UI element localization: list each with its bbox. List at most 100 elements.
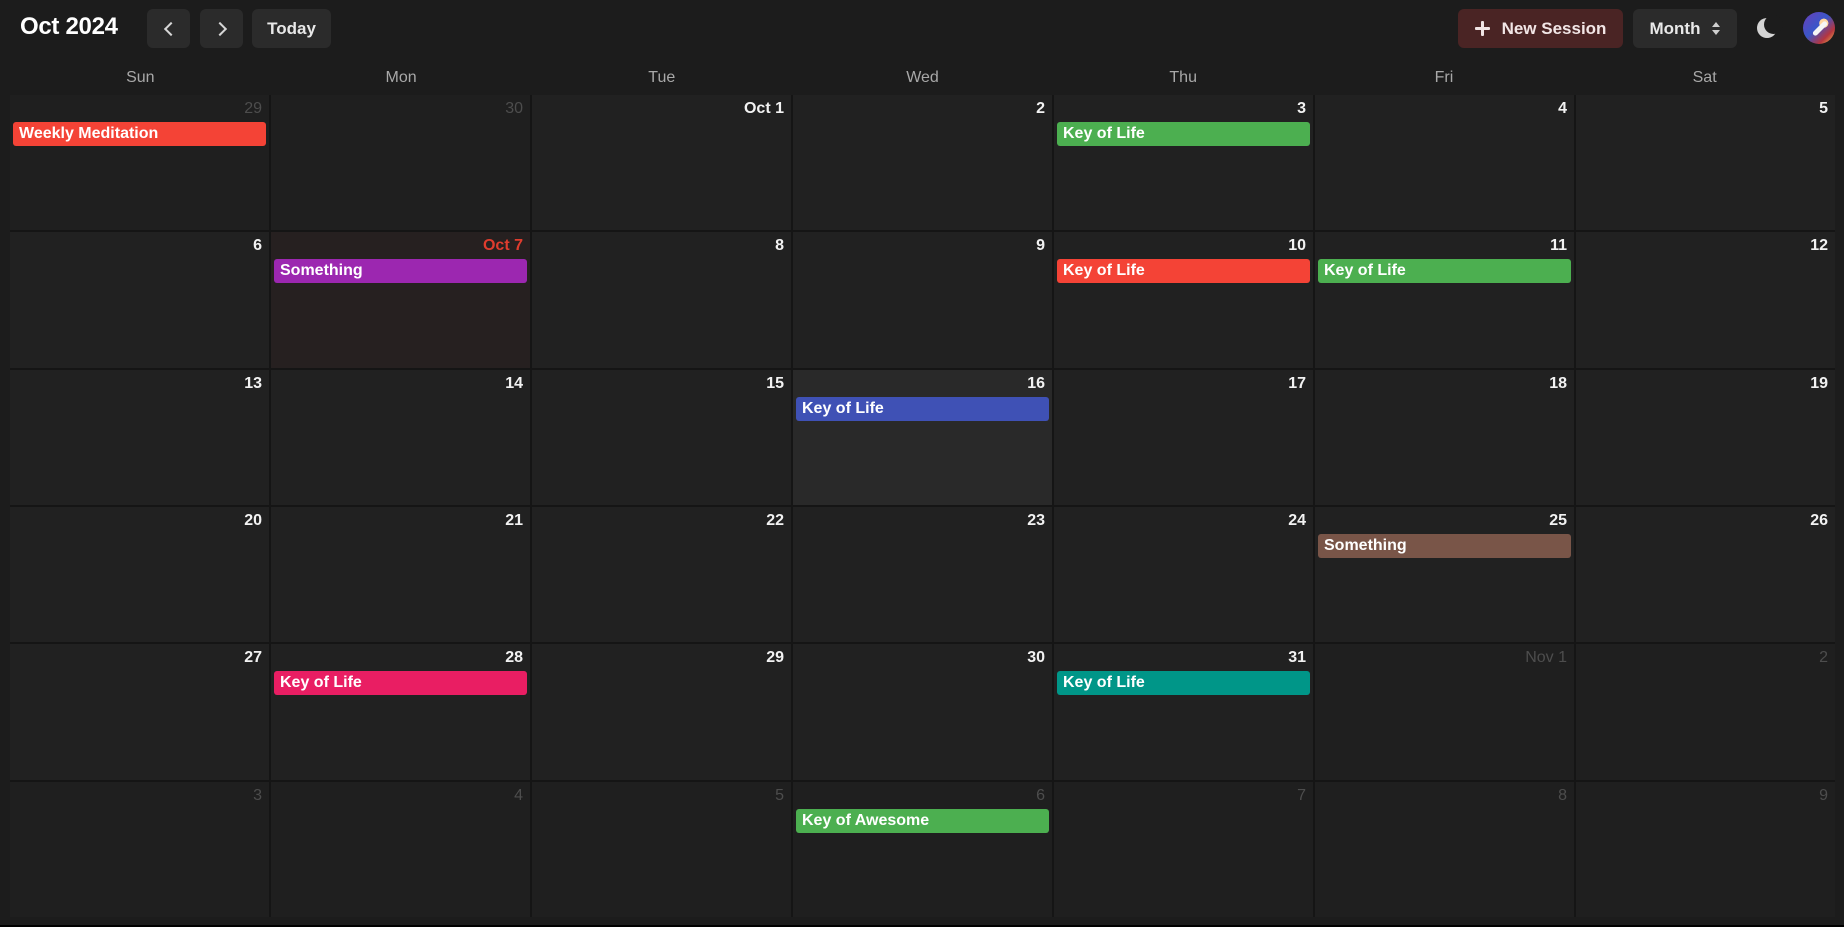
event-chip[interactable]: Key of Life [796,396,1049,421]
day-number: 26 [1810,511,1828,529]
day-number: 17 [1288,374,1306,392]
view-select-label: Month [1649,18,1701,38]
event-chip[interactable]: Key of Life [274,671,527,696]
day-cell[interactable]: 17 [1054,369,1313,505]
day-cell[interactable]: 21 [271,506,530,643]
calendar-app: Oct 2024 Today New Session Month Sun Mon T… [0,0,1844,925]
day-cell[interactable]: 29 Weekly Meditation [10,95,269,231]
day-cell[interactable]: 14 [271,369,530,505]
moon-icon[interactable] [1757,15,1783,38]
event-chip[interactable]: Key of Life [1057,259,1310,284]
new-session-button[interactable]: New Session [1458,9,1623,48]
today-button[interactable]: Today [252,9,331,48]
day-number: 5 [1819,100,1828,117]
next-month-button[interactable] [200,9,243,48]
day-number: 6 [1036,786,1045,804]
day-number: 8 [775,237,784,255]
weekday-header: Sun Mon Tue Wed Thu Fri Sat [10,63,1835,93]
event-chip[interactable]: Key of Life [1057,122,1310,146]
day-number: 9 [1036,237,1045,255]
day-number: 12 [1810,237,1828,255]
day-number: 14 [505,374,523,392]
day-number: 30 [1027,649,1045,667]
day-number: 24 [1288,511,1306,529]
event-chip[interactable]: Key of Awesome [796,808,1049,833]
event-chip[interactable]: Key of Life [1318,259,1571,284]
day-number: 9 [1819,786,1828,804]
day-cell[interactable]: 6 Key of Awesome [793,781,1052,917]
day-cell[interactable]: 4 [1315,95,1574,231]
day-cell[interactable]: 25 Something [1315,506,1574,643]
day-cell[interactable]: 9 [793,232,1052,368]
day-number: 28 [505,649,523,667]
day-cell[interactable]: 7 [1054,781,1313,917]
day-cell[interactable]: 20 [10,506,269,643]
day-cell[interactable]: 3 Key of Life [1054,95,1313,231]
day-cell[interactable]: 30 [793,644,1052,780]
day-cell[interactable]: 9 [1576,781,1835,917]
day-number: 13 [244,374,262,392]
day-cell[interactable]: 15 [532,369,791,505]
day-number: 29 [766,649,784,667]
day-cell[interactable]: 24 [1054,506,1313,643]
month-title: Oct 2024 [20,13,118,40]
day-cell[interactable]: 28 Key of Life [271,644,530,780]
day-number: 20 [244,511,262,529]
day-cell[interactable]: 11 Key of Life [1315,232,1574,368]
day-cell[interactable]: 8 [1315,781,1574,917]
day-cell[interactable]: 10 Key of Life [1054,232,1313,368]
weekday-wed: Wed [906,69,939,86]
weekday-tue: Tue [648,69,676,86]
day-cell[interactable]: 22 [532,506,791,643]
day-number: 22 [766,511,784,529]
day-cell[interactable]: 8 [532,232,791,368]
day-cell[interactable]: 23 [793,506,1052,643]
day-cell[interactable]: 27 [10,644,269,780]
new-session-label: New Session [1501,18,1607,38]
calendar-header: Oct 2024 Today New Session Month [0,0,1844,56]
event-chip[interactable]: Weekly Meditation [13,122,266,146]
day-number: 25 [1549,511,1567,529]
day-cell[interactable]: Nov 1 [1315,644,1574,780]
day-number: 21 [505,511,523,529]
day-number: 30 [505,100,523,117]
updown-chevron-icon [1712,22,1721,35]
day-cell[interactable]: 16 Key of Life [793,369,1052,505]
day-cell[interactable]: 5 [532,781,791,917]
day-cell[interactable]: 31 Key of Life [1054,644,1313,780]
day-cell[interactable]: 2 [1576,644,1835,780]
day-cell[interactable]: 3 [10,781,269,917]
day-cell[interactable]: 6 [10,232,269,368]
event-chip[interactable]: Something [1318,533,1571,558]
day-cell[interactable]: 18 [1315,369,1574,505]
day-cell[interactable]: 12 [1576,232,1835,368]
day-cell[interactable]: 5 [1576,95,1835,231]
event-chip[interactable]: Something [274,259,527,284]
day-number: 15 [766,374,784,392]
day-cell[interactable]: 19 [1576,369,1835,505]
day-cell[interactable]: 26 [1576,506,1835,643]
day-number: 10 [1288,237,1306,255]
day-number: 8 [1558,786,1567,804]
day-cell[interactable]: 4 [271,781,530,917]
weekday-sun: Sun [126,69,155,86]
day-number: 19 [1810,374,1828,392]
day-cell[interactable]: 13 [10,369,269,505]
day-number: 5 [775,786,784,804]
day-number: Oct 1 [743,100,784,117]
day-cell[interactable]: 30 [271,95,530,231]
day-cell[interactable]: Oct 7 Something [271,232,530,368]
day-number: 7 [1297,786,1306,804]
view-select[interactable]: Month [1633,9,1737,48]
weekday-fri: Fri [1434,69,1454,86]
day-number: 4 [1558,100,1567,117]
day-number: 2 [1036,100,1045,117]
day-number: 29 [244,100,262,117]
day-number: 11 [1550,237,1567,255]
previous-month-button[interactable] [147,9,190,48]
day-cell[interactable]: 2 [793,95,1052,231]
event-chip[interactable]: Key of Life [1057,671,1310,696]
avatar[interactable] [1803,12,1835,44]
day-cell[interactable]: 29 [532,644,791,780]
day-cell[interactable]: Oct 1 [532,95,791,231]
